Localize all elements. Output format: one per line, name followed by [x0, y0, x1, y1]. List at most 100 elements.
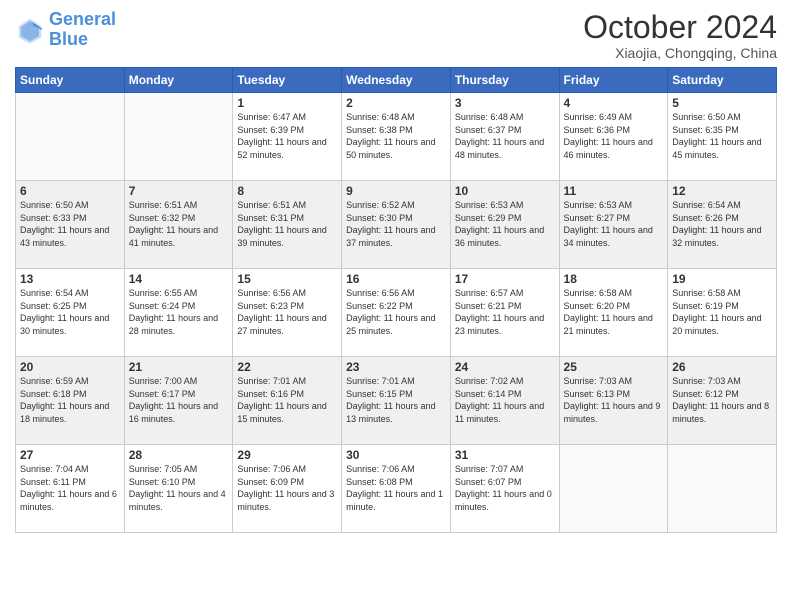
- calendar-cell: 3Sunrise: 6:48 AM Sunset: 6:37 PM Daylig…: [450, 93, 559, 181]
- day-info: Sunrise: 7:03 AM Sunset: 6:13 PM Dayligh…: [564, 375, 664, 425]
- day-number: 7: [129, 184, 229, 198]
- calendar-cell: [16, 93, 125, 181]
- calendar-cell: 16Sunrise: 6:56 AM Sunset: 6:22 PM Dayli…: [342, 269, 451, 357]
- day-number: 4: [564, 96, 664, 110]
- calendar-cell: 13Sunrise: 6:54 AM Sunset: 6:25 PM Dayli…: [16, 269, 125, 357]
- col-monday: Monday: [124, 68, 233, 93]
- day-number: 3: [455, 96, 555, 110]
- calendar-cell: [559, 445, 668, 533]
- logo-text: General Blue: [49, 10, 116, 50]
- day-info: Sunrise: 6:52 AM Sunset: 6:30 PM Dayligh…: [346, 199, 446, 249]
- day-info: Sunrise: 6:56 AM Sunset: 6:22 PM Dayligh…: [346, 287, 446, 337]
- day-info: Sunrise: 6:54 AM Sunset: 6:26 PM Dayligh…: [672, 199, 772, 249]
- day-number: 9: [346, 184, 446, 198]
- col-saturday: Saturday: [668, 68, 777, 93]
- col-thursday: Thursday: [450, 68, 559, 93]
- day-info: Sunrise: 7:06 AM Sunset: 6:09 PM Dayligh…: [237, 463, 337, 513]
- calendar-cell: 7Sunrise: 6:51 AM Sunset: 6:32 PM Daylig…: [124, 181, 233, 269]
- day-number: 13: [20, 272, 120, 286]
- calendar-cell: 21Sunrise: 7:00 AM Sunset: 6:17 PM Dayli…: [124, 357, 233, 445]
- calendar-cell: 10Sunrise: 6:53 AM Sunset: 6:29 PM Dayli…: [450, 181, 559, 269]
- col-wednesday: Wednesday: [342, 68, 451, 93]
- day-number: 22: [237, 360, 337, 374]
- calendar-cell: 30Sunrise: 7:06 AM Sunset: 6:08 PM Dayli…: [342, 445, 451, 533]
- day-number: 26: [672, 360, 772, 374]
- title-block: October 2024 Xiaojia, Chongqing, China: [583, 10, 777, 61]
- day-info: Sunrise: 6:50 AM Sunset: 6:33 PM Dayligh…: [20, 199, 120, 249]
- day-info: Sunrise: 6:48 AM Sunset: 6:37 PM Dayligh…: [455, 111, 555, 161]
- calendar-week-4: 20Sunrise: 6:59 AM Sunset: 6:18 PM Dayli…: [16, 357, 777, 445]
- calendar-cell: 28Sunrise: 7:05 AM Sunset: 6:10 PM Dayli…: [124, 445, 233, 533]
- day-info: Sunrise: 7:01 AM Sunset: 6:15 PM Dayligh…: [346, 375, 446, 425]
- day-number: 8: [237, 184, 337, 198]
- day-number: 31: [455, 448, 555, 462]
- calendar-cell: [668, 445, 777, 533]
- calendar-cell: 22Sunrise: 7:01 AM Sunset: 6:16 PM Dayli…: [233, 357, 342, 445]
- day-info: Sunrise: 6:51 AM Sunset: 6:32 PM Dayligh…: [129, 199, 229, 249]
- calendar-cell: 31Sunrise: 7:07 AM Sunset: 6:07 PM Dayli…: [450, 445, 559, 533]
- day-info: Sunrise: 6:50 AM Sunset: 6:35 PM Dayligh…: [672, 111, 772, 161]
- calendar-cell: 29Sunrise: 7:06 AM Sunset: 6:09 PM Dayli…: [233, 445, 342, 533]
- calendar-cell: 25Sunrise: 7:03 AM Sunset: 6:13 PM Dayli…: [559, 357, 668, 445]
- calendar-week-1: 1Sunrise: 6:47 AM Sunset: 6:39 PM Daylig…: [16, 93, 777, 181]
- day-info: Sunrise: 6:53 AM Sunset: 6:29 PM Dayligh…: [455, 199, 555, 249]
- calendar-cell: 14Sunrise: 6:55 AM Sunset: 6:24 PM Dayli…: [124, 269, 233, 357]
- day-info: Sunrise: 7:02 AM Sunset: 6:14 PM Dayligh…: [455, 375, 555, 425]
- day-info: Sunrise: 6:49 AM Sunset: 6:36 PM Dayligh…: [564, 111, 664, 161]
- calendar-cell: 20Sunrise: 6:59 AM Sunset: 6:18 PM Dayli…: [16, 357, 125, 445]
- day-number: 1: [237, 96, 337, 110]
- calendar-cell: 2Sunrise: 6:48 AM Sunset: 6:38 PM Daylig…: [342, 93, 451, 181]
- day-number: 30: [346, 448, 446, 462]
- calendar-cell: 23Sunrise: 7:01 AM Sunset: 6:15 PM Dayli…: [342, 357, 451, 445]
- day-number: 18: [564, 272, 664, 286]
- day-info: Sunrise: 6:53 AM Sunset: 6:27 PM Dayligh…: [564, 199, 664, 249]
- day-info: Sunrise: 6:56 AM Sunset: 6:23 PM Dayligh…: [237, 287, 337, 337]
- day-info: Sunrise: 6:55 AM Sunset: 6:24 PM Dayligh…: [129, 287, 229, 337]
- day-number: 15: [237, 272, 337, 286]
- month-title: October 2024: [583, 10, 777, 45]
- day-number: 17: [455, 272, 555, 286]
- calendar-cell: 11Sunrise: 6:53 AM Sunset: 6:27 PM Dayli…: [559, 181, 668, 269]
- calendar-cell: 5Sunrise: 6:50 AM Sunset: 6:35 PM Daylig…: [668, 93, 777, 181]
- calendar-cell: 24Sunrise: 7:02 AM Sunset: 6:14 PM Dayli…: [450, 357, 559, 445]
- calendar-table: Sunday Monday Tuesday Wednesday Thursday…: [15, 67, 777, 533]
- calendar-cell: 9Sunrise: 6:52 AM Sunset: 6:30 PM Daylig…: [342, 181, 451, 269]
- day-info: Sunrise: 7:05 AM Sunset: 6:10 PM Dayligh…: [129, 463, 229, 513]
- day-info: Sunrise: 6:59 AM Sunset: 6:18 PM Dayligh…: [20, 375, 120, 425]
- day-number: 10: [455, 184, 555, 198]
- calendar-cell: 15Sunrise: 6:56 AM Sunset: 6:23 PM Dayli…: [233, 269, 342, 357]
- logo-icon: [15, 15, 45, 45]
- day-number: 16: [346, 272, 446, 286]
- day-number: 25: [564, 360, 664, 374]
- day-number: 28: [129, 448, 229, 462]
- calendar-cell: 4Sunrise: 6:49 AM Sunset: 6:36 PM Daylig…: [559, 93, 668, 181]
- location-title: Xiaojia, Chongqing, China: [583, 45, 777, 61]
- calendar-cell: 12Sunrise: 6:54 AM Sunset: 6:26 PM Dayli…: [668, 181, 777, 269]
- calendar-cell: 6Sunrise: 6:50 AM Sunset: 6:33 PM Daylig…: [16, 181, 125, 269]
- day-info: Sunrise: 6:57 AM Sunset: 6:21 PM Dayligh…: [455, 287, 555, 337]
- day-number: 27: [20, 448, 120, 462]
- day-number: 20: [20, 360, 120, 374]
- day-info: Sunrise: 7:04 AM Sunset: 6:11 PM Dayligh…: [20, 463, 120, 513]
- day-info: Sunrise: 7:03 AM Sunset: 6:12 PM Dayligh…: [672, 375, 772, 425]
- logo-blue: Blue: [49, 29, 88, 49]
- calendar-week-5: 27Sunrise: 7:04 AM Sunset: 6:11 PM Dayli…: [16, 445, 777, 533]
- header: General Blue October 2024 Xiaojia, Chong…: [15, 10, 777, 61]
- calendar-cell: 18Sunrise: 6:58 AM Sunset: 6:20 PM Dayli…: [559, 269, 668, 357]
- day-number: 19: [672, 272, 772, 286]
- day-info: Sunrise: 6:51 AM Sunset: 6:31 PM Dayligh…: [237, 199, 337, 249]
- logo: General Blue: [15, 10, 116, 50]
- day-number: 24: [455, 360, 555, 374]
- calendar-cell: [124, 93, 233, 181]
- page: General Blue October 2024 Xiaojia, Chong…: [0, 0, 792, 612]
- day-info: Sunrise: 7:07 AM Sunset: 6:07 PM Dayligh…: [455, 463, 555, 513]
- calendar-week-3: 13Sunrise: 6:54 AM Sunset: 6:25 PM Dayli…: [16, 269, 777, 357]
- calendar-cell: 27Sunrise: 7:04 AM Sunset: 6:11 PM Dayli…: [16, 445, 125, 533]
- day-number: 21: [129, 360, 229, 374]
- calendar-cell: 17Sunrise: 6:57 AM Sunset: 6:21 PM Dayli…: [450, 269, 559, 357]
- day-number: 11: [564, 184, 664, 198]
- logo-general: General: [49, 9, 116, 29]
- day-info: Sunrise: 6:48 AM Sunset: 6:38 PM Dayligh…: [346, 111, 446, 161]
- day-number: 23: [346, 360, 446, 374]
- calendar-week-2: 6Sunrise: 6:50 AM Sunset: 6:33 PM Daylig…: [16, 181, 777, 269]
